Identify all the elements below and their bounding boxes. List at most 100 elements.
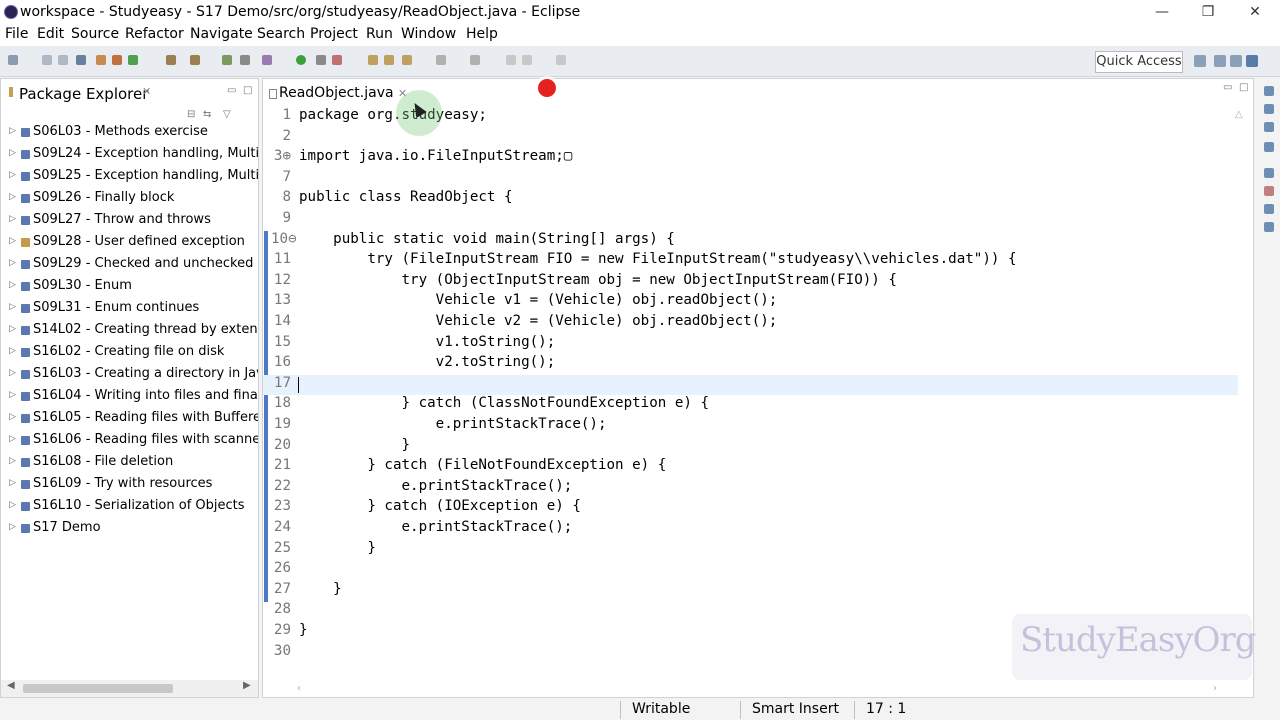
tree-item[interactable]: ▷ S14L02 - Creating thread by extendin xyxy=(1,321,258,341)
expand-icon[interactable]: ▷ xyxy=(9,302,16,312)
terminal-icon[interactable] xyxy=(96,55,106,65)
search-icon[interactable] xyxy=(384,55,394,65)
problems-icon[interactable] xyxy=(1264,142,1274,152)
package-explorer-title[interactable]: Package Explorer xyxy=(19,85,148,103)
tree-item[interactable]: ▷ S09L27 - Throw and throws xyxy=(1,211,258,231)
tree-item[interactable]: ▷ S09L29 - Checked and unchecked ex xyxy=(1,255,258,275)
tree-item[interactable]: ▷ S17 Demo xyxy=(1,519,258,539)
menu-search[interactable]: Search xyxy=(257,26,305,42)
minimize-view-icon[interactable]: ▭ xyxy=(227,85,236,96)
external-tools-icon[interactable] xyxy=(240,55,250,65)
tree-item[interactable]: ▷ S16L06 - Reading files with scanner xyxy=(1,431,258,451)
new-icon[interactable] xyxy=(8,55,18,65)
tree-item[interactable]: ▷ S09L24 - Exception handling, Multipl xyxy=(1,145,258,165)
open-task-icon[interactable] xyxy=(368,55,378,65)
scroll-left-icon[interactable]: ‹ xyxy=(297,683,301,694)
editor-tab-readobject[interactable]: ReadObject.java ✕ xyxy=(267,81,413,105)
console-icon[interactable] xyxy=(1264,122,1274,132)
package-explorer-hscrollbar[interactable]: ◀ ▶ xyxy=(1,680,258,697)
expand-icon[interactable]: ▷ xyxy=(9,390,16,400)
back-icon[interactable] xyxy=(506,55,516,65)
tree-item[interactable]: ▷ S09L30 - Enum xyxy=(1,277,258,297)
link-with-editor-icon[interactable]: ⇆ xyxy=(203,109,211,120)
annotation-icon[interactable] xyxy=(402,55,412,65)
quick-access-input[interactable]: Quick Access xyxy=(1095,51,1183,73)
scroll-thumb[interactable] xyxy=(23,684,173,693)
tree-item[interactable]: ▷ S09L26 - Finally block xyxy=(1,189,258,209)
minimize-button[interactable]: — xyxy=(1142,2,1182,22)
menu-run[interactable]: Run xyxy=(366,26,393,42)
menu-file[interactable]: File xyxy=(5,26,28,42)
tree-item[interactable]: ▷ S16L10 - Serialization of Objects xyxy=(1,497,258,517)
prev-annotation-icon[interactable] xyxy=(470,55,480,65)
perspective-java-ee-icon[interactable] xyxy=(1214,55,1226,67)
menu-navigate[interactable]: Navigate xyxy=(190,26,253,42)
menu-edit[interactable]: Edit xyxy=(37,26,64,42)
run-icon[interactable] xyxy=(296,55,306,65)
maximize-view-icon[interactable]: □ xyxy=(243,85,252,96)
forward-icon[interactable] xyxy=(522,55,532,65)
menu-refactor[interactable]: Refactor xyxy=(125,26,184,42)
perspective-java-icon[interactable] xyxy=(1246,55,1258,67)
debug-icon[interactable] xyxy=(166,55,176,65)
outline-icon[interactable] xyxy=(1264,86,1274,96)
open-type-icon[interactable] xyxy=(262,55,272,65)
expand-icon[interactable]: ▷ xyxy=(9,170,16,180)
menu-window[interactable]: Window xyxy=(401,26,456,42)
maximize-view-icon[interactable]: □ xyxy=(1239,82,1248,93)
expand-icon[interactable]: ▷ xyxy=(9,500,16,510)
save-icon[interactable] xyxy=(42,55,52,65)
save-all-icon[interactable] xyxy=(58,55,68,65)
menu-source[interactable]: Source xyxy=(71,26,119,42)
tree-item[interactable]: ▷ S09L25 - Exception handling, Multipl xyxy=(1,167,258,187)
scroll-left-icon[interactable]: ◀ xyxy=(7,680,15,691)
view-menu-icon[interactable]: ▽ xyxy=(223,109,231,120)
scroll-right-icon[interactable]: › xyxy=(1213,683,1217,694)
menu-project[interactable]: Project xyxy=(310,26,358,42)
expand-icon[interactable]: ▷ xyxy=(9,280,16,290)
tree-item[interactable]: ▷ S09L31 - Enum continues xyxy=(1,299,258,319)
expand-icon[interactable]: ▷ xyxy=(9,236,16,246)
last-edit-icon[interactable] xyxy=(556,55,566,65)
expand-icon[interactable]: ▷ xyxy=(9,412,16,422)
menu-help[interactable]: Help xyxy=(466,26,498,42)
perspective-icon[interactable] xyxy=(1194,55,1206,67)
expand-icon[interactable]: ▷ xyxy=(9,346,16,356)
expand-icon[interactable]: ▷ xyxy=(9,478,16,488)
overview-ruler-top-icon[interactable]: △ xyxy=(1235,109,1243,120)
tree-item[interactable]: ▷ S16L02 - Creating file on disk xyxy=(1,343,258,363)
minimize-view-icon[interactable]: ▭ xyxy=(1223,82,1232,93)
expand-icon[interactable]: ▷ xyxy=(9,192,16,202)
run-dropdown-icon[interactable] xyxy=(316,55,326,65)
expand-icon[interactable]: ▷ xyxy=(9,126,16,136)
collapse-all-icon[interactable]: ⊟ xyxy=(187,109,195,120)
search-view-icon[interactable] xyxy=(1264,204,1274,214)
tree-item[interactable]: ▷ S16L05 - Reading files with Bufferedl xyxy=(1,409,258,429)
expand-icon[interactable]: ▷ xyxy=(9,456,16,466)
coverage-icon[interactable] xyxy=(222,55,232,65)
maximize-button[interactable]: ❐ xyxy=(1188,2,1228,22)
expand-icon[interactable]: ▷ xyxy=(9,368,16,378)
profile-icon[interactable] xyxy=(190,55,200,65)
close-button[interactable]: ✕ xyxy=(1235,2,1275,22)
expand-icon[interactable]: ▷ xyxy=(9,434,16,444)
tree-item[interactable]: ▷ S16L04 - Writing into files and finally xyxy=(1,387,258,407)
scroll-right-icon[interactable]: ▶ xyxy=(243,680,251,691)
next-annotation-icon[interactable] xyxy=(436,55,446,65)
skip-breakpoints-icon[interactable] xyxy=(112,55,122,65)
tree-item[interactable]: ▷ S09L28 - User defined exception xyxy=(1,233,258,253)
declaration-icon[interactable] xyxy=(1264,186,1274,196)
progress-icon[interactable] xyxy=(1264,222,1274,232)
expand-icon[interactable]: ▷ xyxy=(9,522,16,532)
refresh-icon[interactable] xyxy=(128,55,138,65)
tree-item[interactable]: ▷ S16L08 - File deletion xyxy=(1,453,258,473)
print-icon[interactable] xyxy=(76,55,86,65)
tree-item[interactable]: ▷ S16L03 - Creating a directory in Java xyxy=(1,365,258,385)
perspective-debug-icon[interactable] xyxy=(1230,55,1242,67)
tree-item[interactable]: ▷ S06L03 - Methods exercise xyxy=(1,123,258,143)
expand-icon[interactable]: ▷ xyxy=(9,148,16,158)
editor-hscrollbar[interactable]: ‹ › xyxy=(297,683,1227,697)
new-java-class-icon[interactable] xyxy=(332,55,342,65)
tree-item[interactable]: ▷ S16L09 - Try with resources xyxy=(1,475,258,495)
expand-icon[interactable]: ▷ xyxy=(9,214,16,224)
